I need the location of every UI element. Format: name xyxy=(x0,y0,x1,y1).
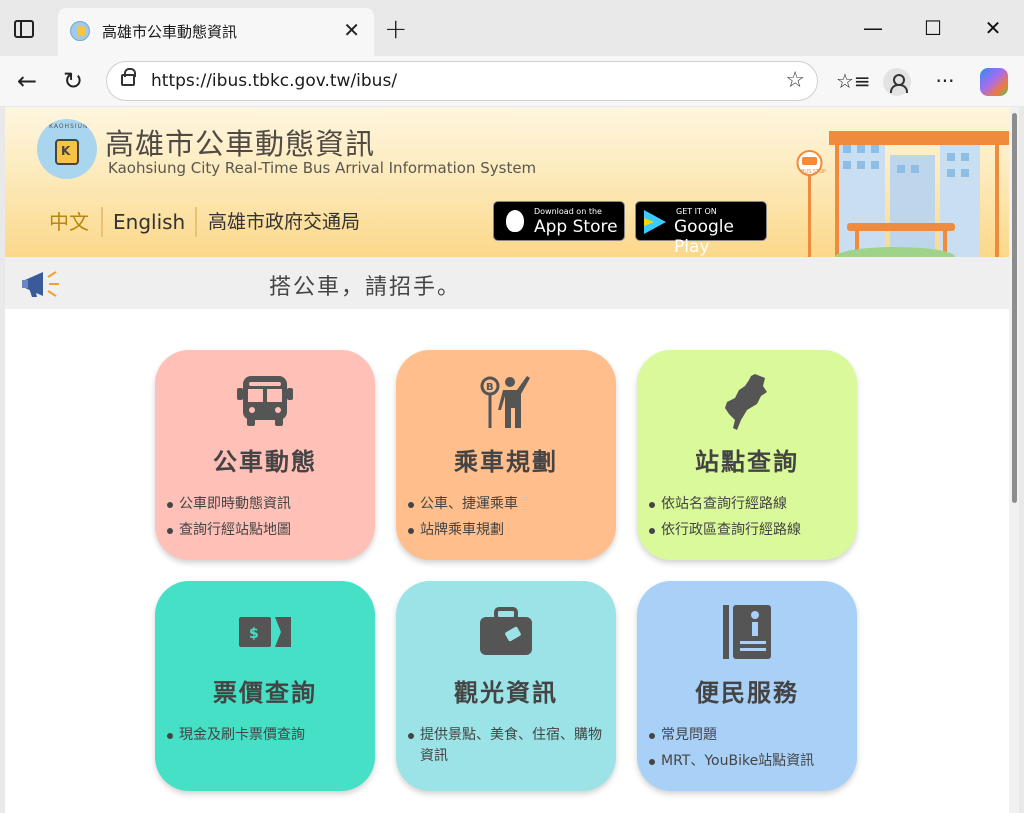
suitcase-icon xyxy=(480,607,532,655)
reload-icon[interactable]: ↻ xyxy=(58,66,88,96)
google-play-badge[interactable]: GET IT ON Google Play xyxy=(635,201,767,257)
bus-stop-sign-text: BUS STOP xyxy=(801,169,826,175)
card-public-services[interactable]: 便民服務 常見問題 MRT、YouBike站點資訊 xyxy=(637,581,857,791)
logo-bus-icon: K xyxy=(55,139,79,165)
card-title: 公車動態 xyxy=(213,448,317,476)
passenger-at-stop-icon: B xyxy=(480,376,530,428)
new-tab-icon[interactable]: + xyxy=(384,14,407,44)
browser-toolbar: ← ↻ https://ibus.tbkc.gov.tw/ibus/ ☆ ☆≡ … xyxy=(0,56,1024,106)
card-item[interactable]: 提供景點、美食、住宿、購物資訊 xyxy=(408,725,608,767)
active-tab[interactable]: 高雄市公車動態資訊 ✕ xyxy=(58,8,374,56)
logo-letter: K xyxy=(61,144,71,158)
card-item[interactable]: 現金及刷卡票價查詢 xyxy=(167,725,367,746)
tab-title: 高雄市公車動態資訊 xyxy=(102,23,238,41)
card-item[interactable]: 站牌乘車規劃 xyxy=(408,520,608,541)
google-play-text: Google Play xyxy=(674,217,734,257)
google-play-small-text: GET IT ON xyxy=(676,207,717,216)
card-title: 觀光資訊 xyxy=(454,679,558,707)
favorites-icon[interactable]: ☆≡ xyxy=(836,66,871,96)
more-menu-icon[interactable]: ··· xyxy=(930,66,960,96)
site-title[interactable]: 高雄市公車動態資訊 xyxy=(105,121,375,163)
divider xyxy=(195,207,197,237)
card-bus-status[interactable]: 公車動態 公車即時動態資訊 查詢行經站點地圖 xyxy=(155,350,375,560)
back-icon[interactable]: ← xyxy=(12,66,42,96)
svg-text:B: B xyxy=(486,382,494,393)
address-bar[interactable]: https://ibus.tbkc.gov.tw/ibus/ ☆ xyxy=(106,61,818,101)
page-scrollbar[interactable] xyxy=(1009,107,1019,813)
profile-icon[interactable] xyxy=(883,68,911,96)
logo-text: KAOHSIUNG xyxy=(49,123,95,130)
minimize-icon[interactable]: — xyxy=(858,14,888,42)
card-tourism-info[interactable]: 觀光資訊 提供景點、美食、住宿、購物資訊 xyxy=(396,581,616,791)
maximize-icon[interactable]: ☐ xyxy=(918,14,948,42)
site-header: KAOHSIUNG K 高雄市公車動態資訊 Kaohsiung City Rea… xyxy=(5,107,1009,257)
card-item[interactable]: 依站名查詢行經路線 xyxy=(649,494,849,515)
card-item[interactable]: 依行政區查詢行經路線 xyxy=(649,520,849,541)
copilot-icon[interactable] xyxy=(980,68,1008,96)
window-close-icon[interactable]: ✕ xyxy=(978,14,1008,42)
notice-bar: 搭公車，請招手。 xyxy=(5,257,1009,309)
card-item[interactable]: 公車即時動態資訊 xyxy=(167,494,367,515)
url-text[interactable]: https://ibus.tbkc.gov.tw/ibus/ xyxy=(151,71,397,91)
site-subtitle: Kaohsiung City Real-Time Bus Arrival Inf… xyxy=(108,159,537,177)
svg-text:$: $ xyxy=(249,626,259,642)
bus-stop-illustration: BUS STOP xyxy=(796,131,1009,257)
lang-zh-link[interactable]: 中文 xyxy=(49,209,89,235)
divider xyxy=(101,207,103,237)
taiwan-map-icon xyxy=(725,374,767,430)
google-play-icon xyxy=(644,210,666,234)
page-viewport: KAOHSIUNG K 高雄市公車動態資訊 Kaohsiung City Rea… xyxy=(5,107,1019,813)
lang-en-link[interactable]: English xyxy=(113,209,185,235)
scrollbar-thumb[interactable] xyxy=(1012,113,1017,503)
card-title: 便民服務 xyxy=(695,679,799,707)
site-logo[interactable]: KAOHSIUNG K xyxy=(37,119,97,179)
card-title: 站點查詢 xyxy=(695,448,799,476)
tab-close-icon[interactable]: ✕ xyxy=(343,18,360,42)
info-book-icon xyxy=(723,605,771,659)
bus-icon xyxy=(237,376,293,426)
megaphone-icon xyxy=(22,271,59,297)
card-stop-search[interactable]: 站點查詢 依站名查詢行經路線 依行政區查詢行經路線 xyxy=(637,350,857,560)
card-item[interactable]: 公車、捷運乘車 xyxy=(408,494,608,515)
card-trip-planning[interactable]: B 乘車規劃 公車、捷運乘車 站牌乘車規劃 xyxy=(396,350,616,560)
app-store-small-text: Download on the xyxy=(534,207,602,216)
sidebar-toggle-icon[interactable] xyxy=(14,20,34,38)
card-item[interactable]: MRT、YouBike站點資訊 xyxy=(649,751,849,772)
card-item[interactable]: 查詢行經站點地圖 xyxy=(167,520,367,541)
card-item[interactable]: 常見問題 xyxy=(649,725,849,746)
app-store-badge[interactable]: Download on the App Store xyxy=(493,201,625,241)
card-title: 乘車規劃 xyxy=(454,448,558,476)
ticket-icon: $ xyxy=(239,617,291,647)
favorite-star-icon[interactable]: ☆ xyxy=(785,67,805,95)
card-fare-search[interactable]: $ 票價查詢 現金及刷卡票價查詢 xyxy=(155,581,375,791)
apple-icon xyxy=(506,210,524,232)
agency-link[interactable]: 高雄市政府交通局 xyxy=(208,209,360,235)
notice-text: 搭公車，請招手。 xyxy=(269,275,462,300)
app-store-text: App Store xyxy=(534,217,618,237)
tab-strip: 高雄市公車動態資訊 ✕ + — ☐ ✕ xyxy=(0,0,1024,56)
card-title: 票價查詢 xyxy=(213,679,317,707)
site-info-icon[interactable] xyxy=(121,68,136,86)
site-favicon-icon xyxy=(70,21,90,41)
